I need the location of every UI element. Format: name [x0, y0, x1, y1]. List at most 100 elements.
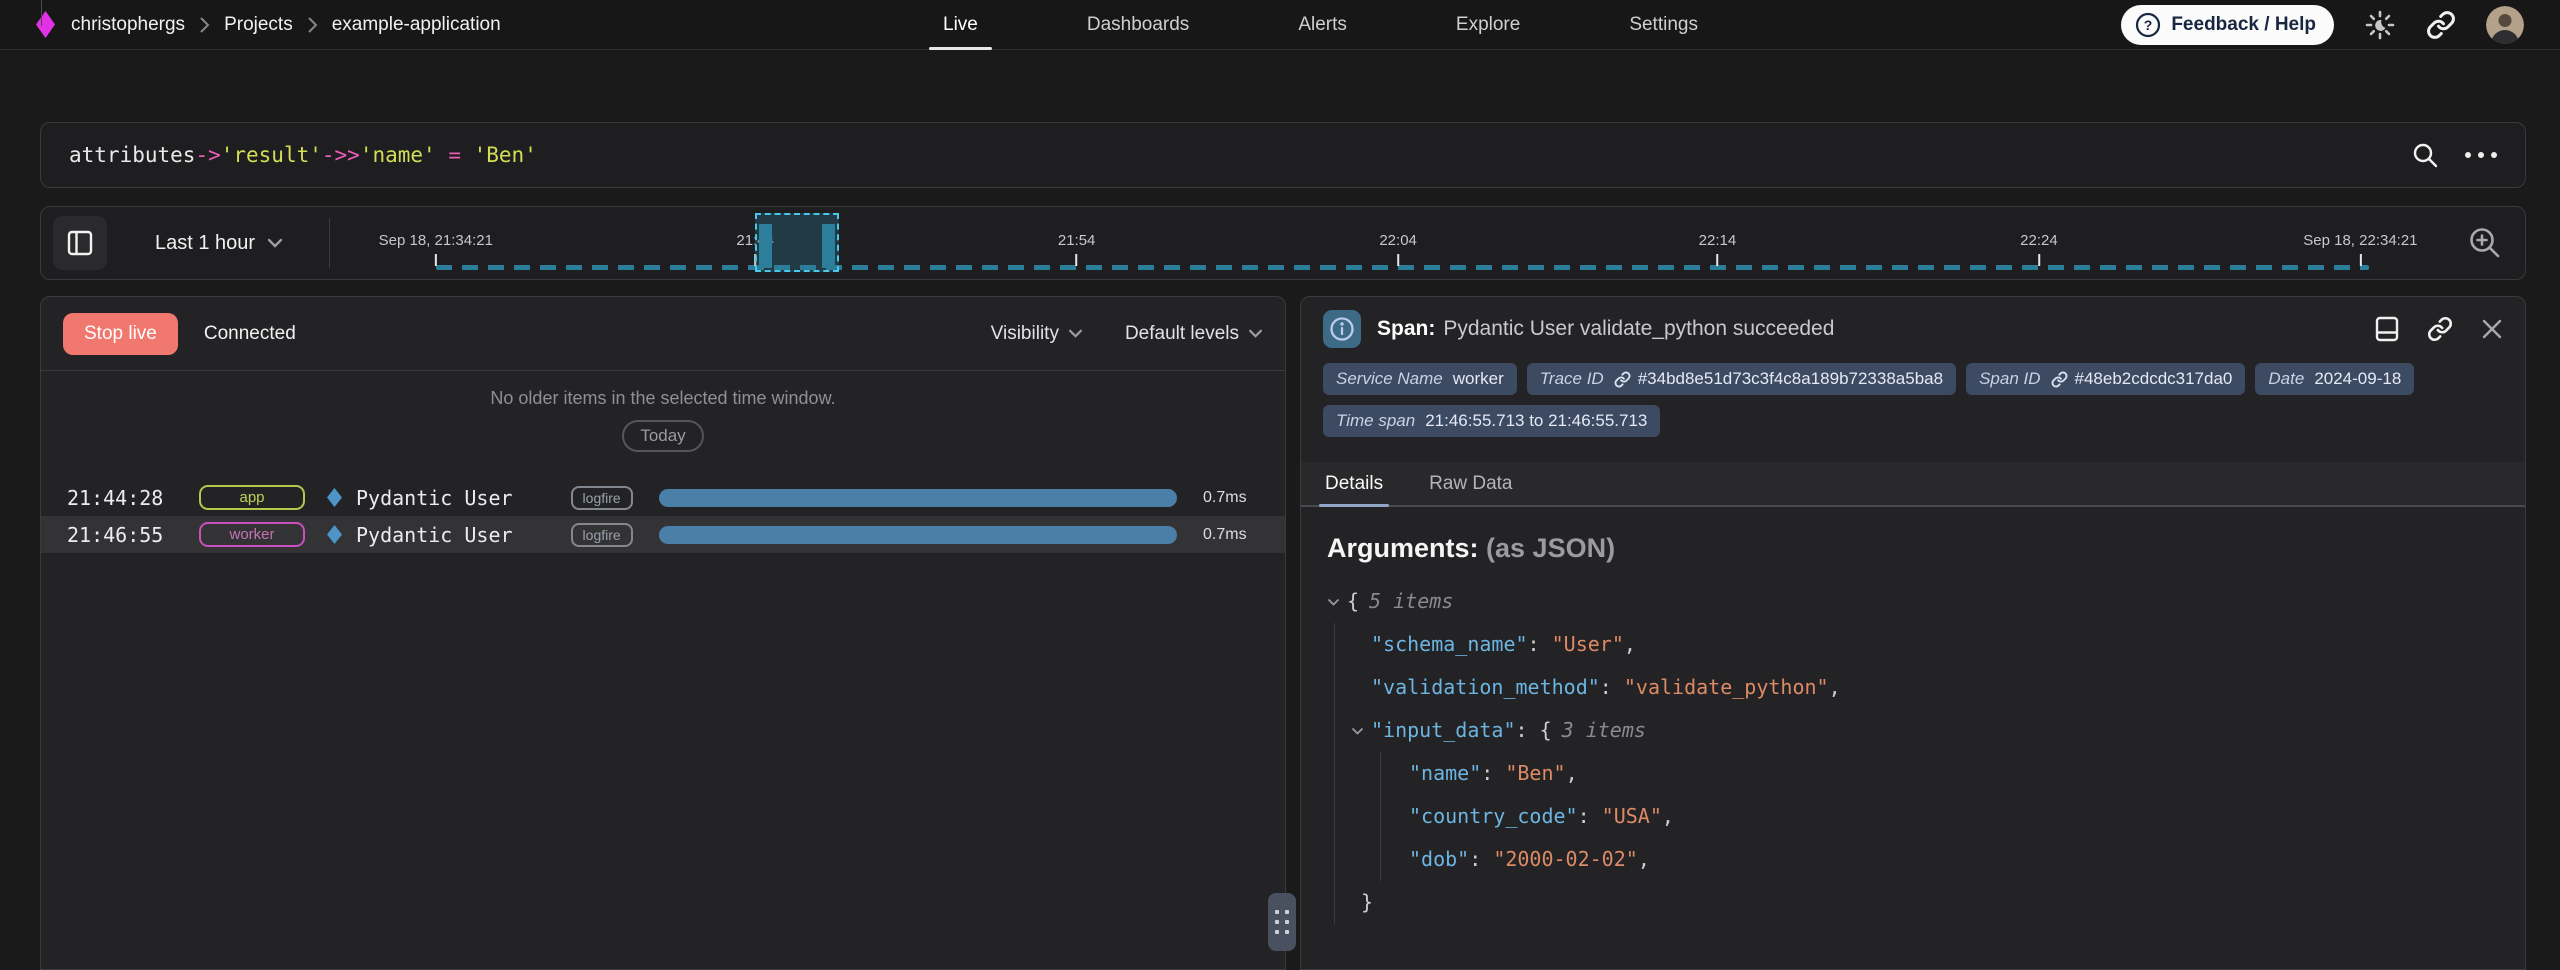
query-actions: [2411, 141, 2497, 169]
live-view-panel: Stop live Connected Visibility Default l…: [40, 296, 1286, 970]
arguments-heading: Arguments: (as JSON): [1327, 533, 2499, 564]
json-line: "schema_name": "User",: [1371, 623, 2499, 666]
json-line: "validation_method": "validate_python",: [1371, 666, 2499, 709]
duration-bar[interactable]: [659, 489, 1177, 507]
close-icon[interactable]: [2481, 318, 2503, 340]
query-bar[interactable]: attributes->'result'->>'name' = 'Ben': [40, 122, 2526, 188]
chevron-down-icon: [267, 238, 283, 248]
span-kind-icon: [327, 525, 342, 544]
dock-bottom-icon[interactable]: [2375, 316, 2399, 342]
svg-text:?: ?: [2144, 17, 2153, 33]
span-detail-panel: Span:Pydantic User validate_python succe…: [1300, 296, 2526, 970]
service-badge: worker: [199, 522, 305, 547]
help-icon: ?: [2135, 12, 2161, 38]
timeline-tick: Sep 18, 21:34:21: [379, 232, 493, 266]
visibility-dropdown[interactable]: Visibility: [991, 323, 1083, 345]
tab-explore[interactable]: Explore: [1454, 0, 1522, 50]
link-icon: [2051, 371, 2068, 388]
default-levels-dropdown[interactable]: Default levels: [1125, 323, 1263, 345]
breadcrumb-project[interactable]: example-application: [332, 14, 501, 36]
chevron-right-icon: [307, 16, 318, 34]
tab-raw-data[interactable]: Raw Data: [1429, 462, 1512, 505]
live-view-body: No older items in the selected time wind…: [41, 388, 1285, 553]
feedback-help-button[interactable]: ? Feedback / Help: [2121, 5, 2334, 45]
copy-link-icon[interactable]: [2427, 316, 2453, 342]
more-options-icon[interactable]: [2465, 152, 2497, 158]
info-icon: [1323, 310, 1361, 348]
collapse-chevron-icon[interactable]: [1351, 727, 1364, 735]
span-name: Pydantic User: [356, 523, 513, 547]
tab-settings[interactable]: Settings: [1627, 0, 1700, 50]
json-root-line[interactable]: { 5 items: [1327, 580, 2499, 623]
span-name: Pydantic User: [356, 486, 513, 510]
duration-bar[interactable]: [659, 526, 1177, 544]
collapse-chevron-icon[interactable]: [1327, 598, 1340, 606]
span-detail-body: Arguments: (as JSON) { 5 items "schema_n…: [1301, 507, 2525, 924]
json-level-2: "name": "Ben", "country_code": "USA", "d…: [1380, 752, 2499, 881]
navbar-actions: ? Feedback / Help: [2121, 5, 2524, 45]
json-line: "country_code": "USA",: [1409, 795, 2499, 838]
collapse-sidebar-button[interactable]: [53, 216, 107, 270]
panel-left-icon: [67, 230, 93, 256]
chevron-down-icon: [1068, 329, 1083, 338]
json-object-line[interactable]: "input_data": { 3 items: [1351, 709, 2499, 752]
duration-label: 0.7ms: [1203, 489, 1265, 507]
time-range-label: Last 1 hour: [155, 232, 255, 255]
share-link-icon[interactable]: [2426, 10, 2456, 40]
breadcrumb-projects[interactable]: Projects: [224, 14, 293, 36]
breadcrumb: christophergs Projects example-applicati…: [71, 14, 501, 36]
user-avatar[interactable]: [2486, 6, 2524, 44]
drag-grip-icon: [1275, 910, 1289, 934]
theme-toggle-icon[interactable]: [2364, 9, 2396, 41]
window-edge-line: [41, 0, 42, 26]
tab-details[interactable]: Details: [1325, 462, 1383, 505]
chevron-right-icon: [199, 16, 210, 34]
timeline-tick: 22:14: [1699, 232, 1737, 266]
trace-list: 21:44:28 app Pydantic User logfire 0.7ms…: [41, 479, 1285, 553]
span-detail-header: Span:Pydantic User validate_python succe…: [1301, 297, 2525, 361]
span-kind-icon: [327, 488, 342, 507]
scope-badge: logfire: [571, 486, 633, 510]
timeline[interactable]: Sep 18, 21:34:21 21:44 21:54 22:04 22:14…: [330, 207, 2445, 279]
breadcrumb-org[interactable]: christophergs: [71, 14, 185, 36]
trace-row[interactable]: 21:44:28 app Pydantic User logfire 0.7ms: [41, 479, 1285, 516]
duration-label: 0.7ms: [1203, 526, 1265, 544]
empty-window-notice: No older items in the selected time wind…: [41, 388, 1285, 409]
histogram-bar: [759, 224, 772, 268]
panel-resize-handle[interactable]: [1268, 893, 1296, 951]
primary-nav: Live Dashboards Alerts Explore Settings: [941, 0, 1700, 50]
trace-row[interactable]: 21:46:55 worker Pydantic User logfire 0.…: [41, 516, 1285, 553]
tab-dashboards[interactable]: Dashboards: [1085, 0, 1191, 50]
trace-timestamp: 21:44:28: [67, 486, 199, 510]
scope-badge: logfire: [571, 523, 633, 547]
span-id-badge[interactable]: Span ID #48eb2cdcdc317da0: [1966, 363, 2245, 395]
json-close-line: }: [1361, 881, 2499, 924]
zoom-in-icon[interactable]: [2467, 225, 2503, 261]
tab-alerts[interactable]: Alerts: [1296, 0, 1349, 50]
service-badge: app: [199, 485, 305, 510]
histogram-bar: [822, 224, 835, 268]
arguments-json-tree: { 5 items "schema_name": "User", "valida…: [1327, 580, 2499, 924]
span-attribute-badges: Service Name worker Trace ID #34bd8e51d7…: [1301, 361, 2461, 437]
search-icon[interactable]: [2411, 141, 2439, 169]
json-level-1: "schema_name": "User", "validation_metho…: [1334, 623, 2499, 924]
logfire-logo-icon[interactable]: [36, 11, 55, 38]
timeline-tick: Sep 18, 22:34:21: [2303, 232, 2417, 266]
stop-live-button[interactable]: Stop live: [63, 313, 178, 355]
date-badge: Date 2024-09-18: [2255, 363, 2414, 395]
timeline-tick: 21:54: [1058, 232, 1096, 266]
live-filters: Visibility Default levels: [991, 323, 1263, 345]
timeline-selection[interactable]: [755, 213, 839, 272]
top-navbar: christophergs Projects example-applicati…: [0, 0, 2560, 50]
trace-id-badge[interactable]: Trace ID #34bd8e51d73c3f4c8a189b72338a5b…: [1527, 363, 1956, 395]
trace-timestamp: 21:46:55: [67, 523, 199, 547]
service-name-badge: Service Name worker: [1323, 363, 1517, 395]
json-line: "name": "Ben",: [1409, 752, 2499, 795]
today-button[interactable]: Today: [622, 420, 703, 452]
span-detail-actions: [2375, 316, 2503, 342]
tab-live[interactable]: Live: [941, 0, 980, 50]
link-icon: [1614, 371, 1631, 388]
time-range-select[interactable]: Last 1 hour: [155, 232, 283, 255]
span-detail-tabs: Details Raw Data: [1301, 462, 2525, 507]
json-line: "dob": "2000-02-02",: [1409, 838, 2499, 881]
